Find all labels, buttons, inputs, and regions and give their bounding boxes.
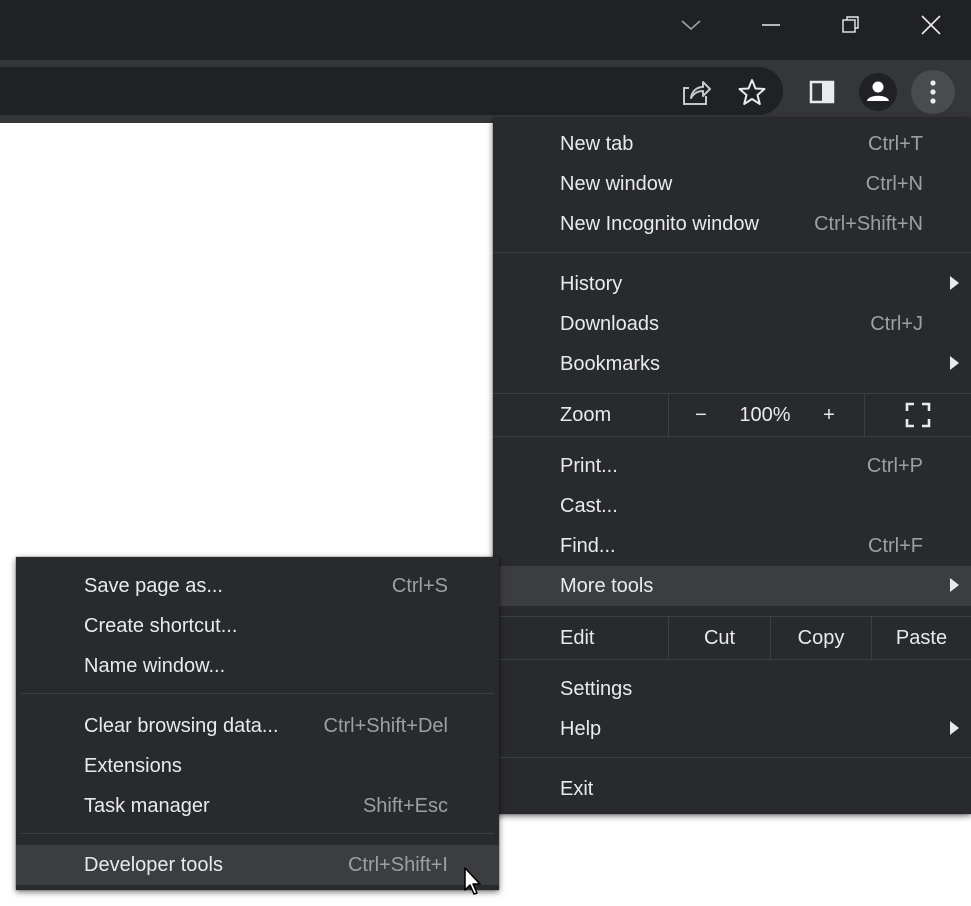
more-tools-submenu: Save page as... Ctrl+S Create shortcut..… (16, 557, 499, 890)
submenu-item-task-manager[interactable]: Task manager Shift+Esc (16, 786, 499, 826)
menu-item-print[interactable]: Print... Ctrl+P (493, 446, 971, 486)
menu-separator (21, 693, 494, 694)
menu-item-settings[interactable]: Settings (493, 669, 971, 709)
zoom-in-button[interactable]: + (797, 394, 861, 436)
submenu-arrow-icon (950, 721, 959, 735)
side-panel-icon[interactable] (800, 70, 844, 114)
bookmark-star-icon[interactable] (730, 70, 774, 114)
fullscreen-icon (905, 402, 931, 428)
restore-icon[interactable] (821, 0, 881, 50)
share-icon[interactable] (674, 70, 718, 114)
zoom-level: 100% (739, 403, 791, 426)
copy-button[interactable]: Copy (771, 617, 871, 659)
submenu-item-create-shortcut[interactable]: Create shortcut... (16, 606, 499, 646)
menu-item-bookmarks[interactable]: Bookmarks (493, 344, 971, 384)
profile-icon[interactable] (856, 70, 900, 114)
submenu-arrow-icon (950, 276, 959, 290)
menu-item-new-window[interactable]: New window Ctrl+N (493, 164, 971, 204)
close-icon[interactable] (901, 0, 961, 50)
paste-button[interactable]: Paste (872, 617, 971, 659)
mouse-cursor-icon (463, 867, 483, 902)
submenu-arrow-icon (950, 356, 959, 370)
menu-separator (21, 833, 494, 834)
minimize-icon[interactable] (741, 0, 801, 50)
menu-separator (493, 659, 971, 660)
submenu-item-clear-browsing-data[interactable]: Clear browsing data... Ctrl+Shift+Del (16, 706, 499, 746)
fullscreen-button[interactable] (865, 394, 971, 436)
menu-separator (493, 252, 971, 253)
menu-item-new-incognito[interactable]: New Incognito window Ctrl+Shift+N (493, 204, 971, 244)
zoom-out-button[interactable]: − (669, 394, 733, 436)
submenu-arrow-icon (950, 578, 959, 592)
submenu-item-name-window[interactable]: Name window... (16, 646, 499, 686)
submenu-item-save-page[interactable]: Save page as... Ctrl+S (16, 566, 499, 606)
menu-separator (493, 757, 971, 758)
menu-separator (493, 436, 971, 437)
menu-item-cast[interactable]: Cast... (493, 486, 971, 526)
menu-item-exit[interactable]: Exit (493, 769, 971, 809)
tab-search-icon[interactable] (661, 0, 721, 50)
address-bar[interactable] (0, 67, 783, 115)
kebab-menu-icon[interactable] (911, 70, 955, 114)
cut-button[interactable]: Cut (669, 617, 770, 659)
chrome-main-menu: New tab Ctrl+T New window Ctrl+N New Inc… (493, 118, 971, 814)
menu-item-help[interactable]: Help (493, 709, 971, 749)
menu-item-find[interactable]: Find... Ctrl+F (493, 526, 971, 566)
submenu-item-extensions[interactable]: Extensions (16, 746, 499, 786)
menu-item-more-tools[interactable]: More tools (493, 566, 971, 606)
submenu-item-developer-tools[interactable]: Developer tools Ctrl+Shift+I (16, 845, 499, 885)
menu-item-downloads[interactable]: Downloads Ctrl+J (493, 304, 971, 344)
menu-item-history[interactable]: History (493, 264, 971, 304)
menu-item-new-tab[interactable]: New tab Ctrl+T (493, 124, 971, 164)
